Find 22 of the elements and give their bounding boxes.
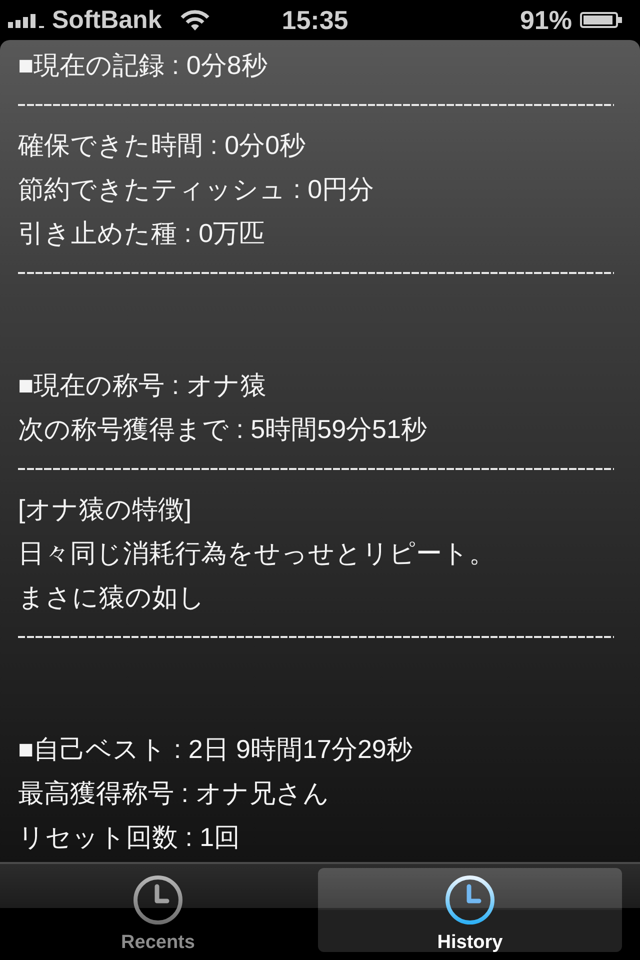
text-line: 次の称号獲得まで : 5時間59分51秒 xyxy=(18,414,427,444)
signal-icon xyxy=(8,14,45,28)
tab[interactable]: Recents xyxy=(6,868,310,952)
text-line: 節約できたティッシュ : 0円分 xyxy=(18,174,374,204)
text-line: [オナ猿の特徴] xyxy=(18,494,192,524)
battery-percent: 91% xyxy=(520,5,572,35)
text-line: ■現在の称号 : オナ猿 xyxy=(18,370,266,400)
text-line: リセット回数 : 1回 xyxy=(18,822,240,852)
text-line: 日々同じ消耗行為をせっせとリピート。 xyxy=(18,538,495,568)
carrier-name: SoftBank xyxy=(52,5,162,35)
clock-icon xyxy=(445,875,495,925)
text-line: ■現在の記録 : 0分8秒 xyxy=(18,50,268,80)
text-line: 最高獲得称号 : オナ兄さん xyxy=(18,778,330,808)
battery-icon xyxy=(580,12,622,28)
clock-icon xyxy=(133,875,183,925)
text-line: 確保できた時間 : 0分0秒 xyxy=(18,130,306,160)
tab[interactable]: History xyxy=(318,868,622,952)
clock-time: 15:35 xyxy=(282,5,348,35)
text-line: 引き止めた種 : 0万匹 xyxy=(18,218,266,248)
wifi-icon xyxy=(180,9,210,31)
text-line: まさに猿の如し xyxy=(18,582,205,612)
text-line: ■自己ベスト : 2日 9時間17分29秒 xyxy=(18,734,412,764)
